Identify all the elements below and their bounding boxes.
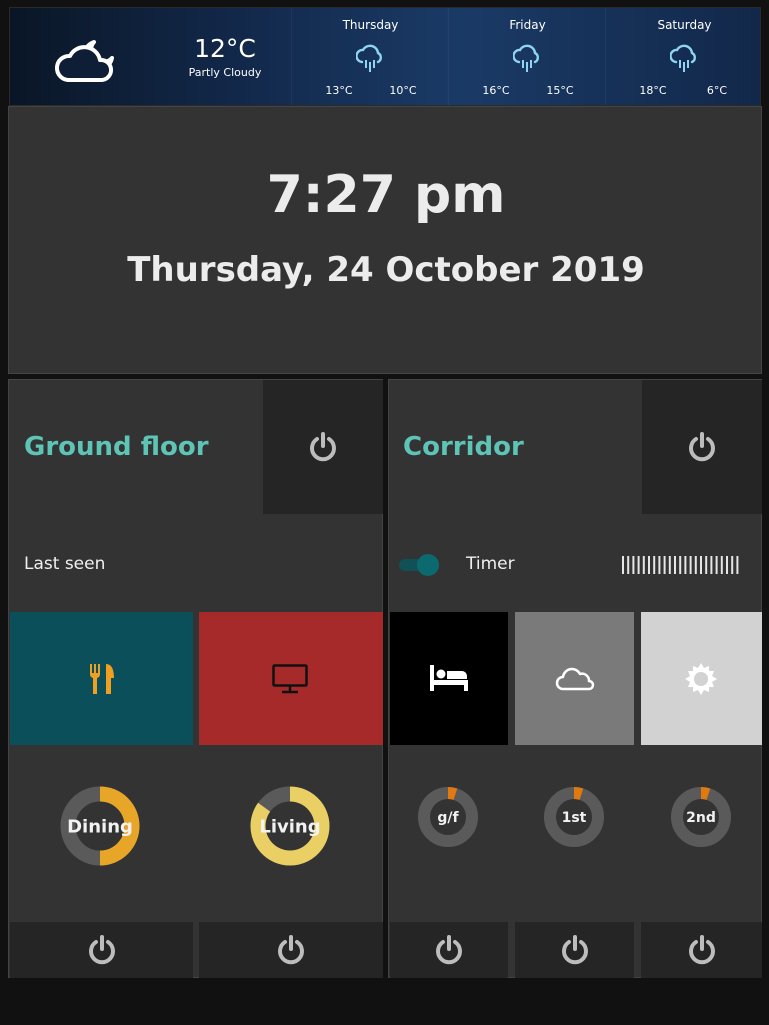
weather-bar: 12°C Partly Cloudy Thursday 13°C 10°C Fr…	[9, 7, 761, 106]
tv-tile[interactable]	[199, 612, 383, 745]
gauge-label: 2nd	[686, 810, 716, 826]
timer-slider[interactable]	[621, 555, 743, 575]
forecast-day-name: Saturday	[657, 18, 712, 32]
monitor-icon	[272, 664, 308, 694]
power-icon	[689, 432, 715, 462]
gauge-label: Dining	[67, 816, 133, 837]
gauge-label: 1st	[562, 810, 587, 826]
rain-icon	[513, 44, 539, 72]
cutlery-icon	[89, 664, 114, 694]
corridor-panel: Corridor Timer g/f 1st 2nd	[388, 379, 762, 978]
cloud-tile[interactable]	[515, 612, 634, 745]
power-icon	[278, 935, 304, 965]
living-power-button[interactable]	[199, 922, 383, 978]
power-icon	[689, 935, 715, 965]
partly-cloudy-night-icon	[55, 40, 114, 82]
cloud-icon	[555, 667, 595, 691]
rain-icon	[356, 44, 382, 72]
gauge-value-arc	[700, 787, 711, 800]
brightness-tile[interactable]	[641, 612, 762, 745]
power-icon	[436, 935, 462, 965]
forecast-day: Thursday 13°C 10°C	[291, 8, 448, 105]
sun-icon	[685, 663, 717, 695]
clock-panel: 7:27 pm Thursday, 24 October 2019	[8, 106, 762, 374]
current-temperature: 12°C	[194, 34, 256, 63]
rain-icon	[670, 44, 696, 72]
dining-power-button[interactable]	[10, 922, 193, 978]
panel-title: Ground floor	[24, 432, 209, 462]
gf-power-button[interactable]	[390, 922, 508, 978]
power-icon	[89, 935, 115, 965]
first-floor-power-button[interactable]	[515, 922, 634, 978]
ground-floor-panel: Ground floor Last seen Dining Living	[8, 379, 383, 978]
forecast-day: Friday 16°C 15°C	[448, 8, 605, 105]
gauge-label: Living	[259, 816, 320, 837]
forecast-high: 18°C	[639, 84, 667, 97]
forecast-low: 6°C	[706, 84, 728, 97]
toggle-knob	[417, 554, 439, 576]
clock-time: 7:27 pm	[266, 165, 506, 225]
bedroom-tile[interactable]	[390, 612, 508, 745]
forecast-high: 16°C	[482, 84, 510, 97]
power-icon	[562, 935, 588, 965]
panel-title: Corridor	[403, 432, 524, 462]
forecast-day: Saturday 18°C 6°C	[605, 8, 762, 105]
gauge-value-arc	[447, 787, 458, 800]
ground-floor-power-button[interactable]	[263, 380, 383, 514]
bed-icon	[430, 665, 468, 691]
last-seen-label: Last seen	[24, 554, 106, 574]
clock-date: Thursday, 24 October 2019	[127, 250, 645, 290]
gauge-label: g/f	[437, 810, 459, 826]
forecast-low: 10°C	[389, 84, 417, 97]
dining-light-tile[interactable]	[10, 612, 193, 745]
gauge-value-arc	[573, 787, 584, 800]
timer-label: Timer	[466, 554, 515, 574]
forecast-low: 15°C	[546, 84, 574, 97]
timer-toggle[interactable]	[399, 554, 441, 576]
corridor-gauges: g/f 1st 2nd	[418, 787, 731, 847]
current-condition: Partly Cloudy	[188, 66, 262, 79]
forecast-day-name: Friday	[509, 18, 546, 32]
second-floor-power-button[interactable]	[641, 922, 762, 978]
power-icon	[310, 432, 336, 462]
forecast-high: 13°C	[325, 84, 353, 97]
ground-floor-gauges: Dining Living	[60, 786, 330, 866]
corridor-power-button[interactable]	[642, 380, 762, 514]
forecast-day-name: Thursday	[342, 18, 399, 32]
